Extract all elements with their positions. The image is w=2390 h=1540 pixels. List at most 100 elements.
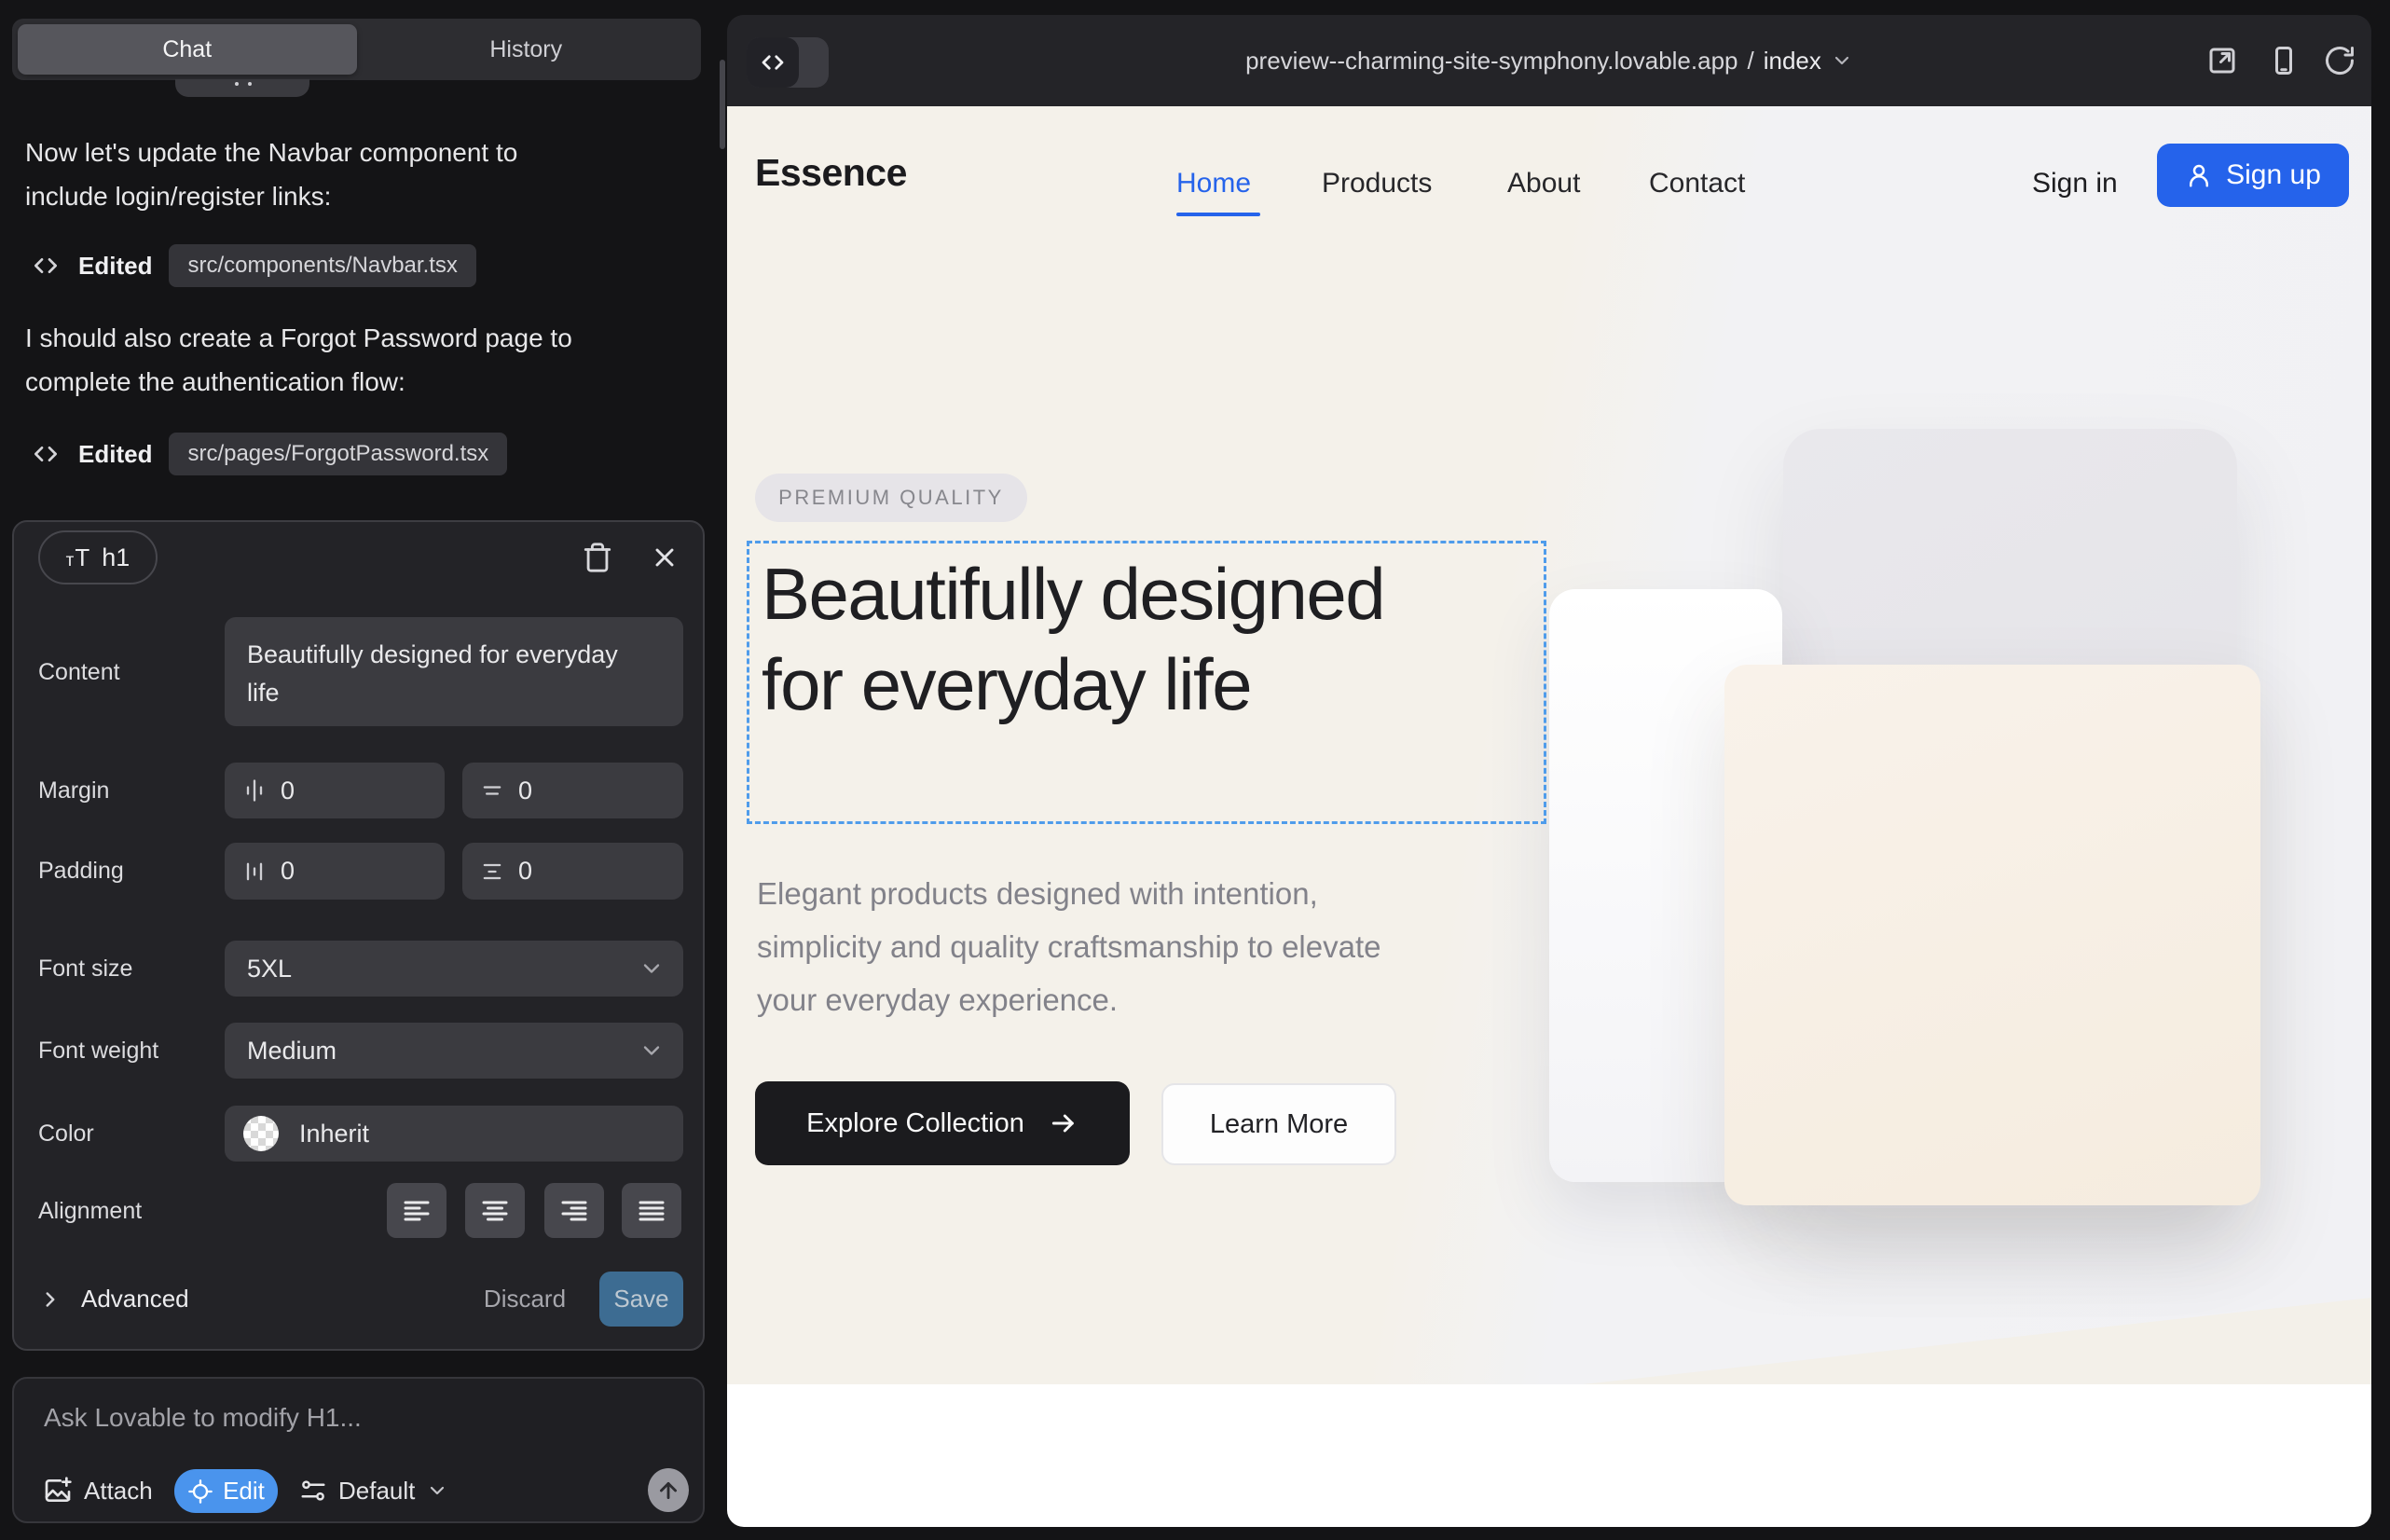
mobile-view-button[interactable] bbox=[2267, 44, 2301, 77]
edited-label: Edited bbox=[78, 440, 152, 469]
chevron-down-icon bbox=[639, 1038, 665, 1064]
nav-link-products[interactable]: Products bbox=[1322, 168, 1432, 199]
save-button[interactable]: Save bbox=[599, 1272, 683, 1327]
chat-scrollbar[interactable] bbox=[720, 60, 725, 149]
arrow-up-icon bbox=[656, 1478, 680, 1503]
discard-button[interactable]: Discard bbox=[478, 1272, 571, 1327]
color-swatch bbox=[243, 1116, 279, 1151]
code-icon bbox=[30, 250, 62, 282]
premium-quality-badge: PREMIUM QUALITY bbox=[755, 474, 1027, 522]
align-justify-button[interactable] bbox=[622, 1183, 681, 1238]
element-tag-name: h1 bbox=[102, 543, 130, 572]
close-panel-button[interactable] bbox=[646, 539, 683, 576]
font-size-select[interactable]: 5XL bbox=[225, 941, 683, 997]
edited-file-row: Edited src/components/Navbar.tsx bbox=[30, 242, 476, 289]
align-left-icon bbox=[400, 1194, 433, 1228]
nav-link-contact[interactable]: Contact bbox=[1649, 168, 1745, 199]
nav-link-about[interactable]: About bbox=[1507, 168, 1580, 199]
align-justify-icon bbox=[635, 1194, 668, 1228]
attach-button[interactable]: Attach bbox=[43, 1468, 153, 1513]
selected-element-outline[interactable]: Beautifully designed for everyday life bbox=[747, 541, 1546, 824]
align-left-button[interactable] bbox=[387, 1183, 446, 1238]
content-input[interactable]: Beautifully designed for everyday life bbox=[225, 617, 683, 726]
send-button[interactable] bbox=[648, 1468, 689, 1512]
chat-composer: Ask Lovable to modify H1... Attach Edit … bbox=[12, 1377, 705, 1523]
decor-beige-card bbox=[1724, 665, 2260, 1205]
align-center-icon bbox=[478, 1194, 512, 1228]
learn-more-button[interactable]: Learn More bbox=[1161, 1083, 1396, 1165]
site-navbar: Essence Home Products About Contact Sign… bbox=[727, 106, 2371, 255]
font-size-label: Font size bbox=[38, 956, 132, 983]
sliders-icon bbox=[299, 1477, 327, 1505]
hero-section: Essence Home Products About Contact Sign… bbox=[727, 106, 2371, 1384]
padding-label: Padding bbox=[38, 858, 124, 885]
close-icon bbox=[650, 543, 680, 572]
edited-file-row: Edited src/pages/ForgotPassword.tsx bbox=[30, 431, 507, 477]
url-path: index bbox=[1764, 47, 1821, 76]
hero-headline[interactable]: Beautifully designed for everyday life bbox=[762, 549, 1470, 730]
file-chip[interactable]: src/pages/ForgotPassword.tsx bbox=[169, 433, 507, 475]
user-icon bbox=[2185, 161, 2213, 189]
chevron-down-icon bbox=[639, 956, 665, 982]
padding-vertical-icon bbox=[479, 859, 505, 885]
type-icon: тT bbox=[66, 543, 91, 572]
sign-in-link[interactable]: Sign in bbox=[2032, 168, 2118, 199]
margin-label: Margin bbox=[38, 777, 109, 804]
site-logo[interactable]: Essence bbox=[755, 151, 907, 195]
chat-message: I should also create a Forgot Password p… bbox=[25, 316, 603, 404]
edited-label: Edited bbox=[78, 252, 152, 281]
chevron-down-icon bbox=[1831, 49, 1853, 72]
padding-vertical-input[interactable]: 0 bbox=[462, 843, 683, 900]
chevron-down-icon bbox=[426, 1479, 448, 1502]
default-mode-button[interactable]: Default bbox=[299, 1468, 448, 1513]
margin-vertical-input[interactable]: 0 bbox=[462, 763, 683, 818]
align-center-button[interactable] bbox=[465, 1183, 525, 1238]
trash-icon bbox=[582, 542, 613, 573]
crosshair-icon bbox=[187, 1478, 213, 1505]
sign-up-button[interactable]: Sign up bbox=[2157, 144, 2349, 207]
scrolled-chip-remnant bbox=[175, 79, 309, 97]
font-weight-select[interactable]: Medium bbox=[225, 1023, 683, 1079]
arrow-right-icon bbox=[1049, 1108, 1078, 1138]
chevron-right-icon bbox=[38, 1287, 62, 1312]
file-chip[interactable]: src/components/Navbar.tsx bbox=[169, 244, 475, 287]
align-right-button[interactable] bbox=[544, 1183, 604, 1238]
composer-input[interactable]: Ask Lovable to modify H1... bbox=[44, 1403, 362, 1433]
margin-vertical-icon bbox=[479, 777, 505, 804]
chat-message: Now let's update the Navbar component to… bbox=[25, 131, 603, 218]
margin-horizontal-icon bbox=[241, 777, 268, 804]
url-separator: / bbox=[1748, 47, 1754, 76]
align-right-icon bbox=[557, 1194, 591, 1228]
decor-diagonal-wedge bbox=[1583, 1298, 2371, 1384]
advanced-toggle[interactable]: Advanced bbox=[38, 1272, 189, 1327]
refresh-button[interactable] bbox=[2323, 44, 2356, 77]
color-select[interactable]: Inherit bbox=[225, 1106, 683, 1162]
edit-mode-button[interactable]: Edit bbox=[174, 1469, 278, 1513]
padding-horizontal-icon bbox=[241, 859, 268, 885]
browser-toolbar: preview--charming-site-symphony.lovable.… bbox=[727, 15, 2371, 106]
margin-horizontal-input[interactable]: 0 bbox=[225, 763, 445, 818]
url-text: preview--charming-site-symphony.lovable.… bbox=[1245, 47, 1738, 76]
url-bar[interactable]: preview--charming-site-symphony.lovable.… bbox=[727, 15, 2371, 106]
alignment-label: Alignment bbox=[38, 1198, 142, 1225]
delete-element-button[interactable] bbox=[579, 539, 616, 576]
color-label: Color bbox=[38, 1121, 94, 1148]
browser-preview-frame: preview--charming-site-symphony.lovable.… bbox=[727, 15, 2371, 1527]
external-link-icon bbox=[2205, 44, 2239, 77]
font-weight-label: Font weight bbox=[38, 1038, 158, 1065]
smartphone-icon bbox=[2267, 44, 2301, 77]
tab-history[interactable]: History bbox=[357, 24, 696, 75]
tab-chat[interactable]: Chat bbox=[18, 24, 357, 75]
open-in-new-tab-button[interactable] bbox=[2205, 44, 2239, 77]
content-label: Content bbox=[38, 659, 120, 686]
site-preview: Essence Home Products About Contact Sign… bbox=[727, 106, 2371, 1527]
image-plus-icon bbox=[43, 1476, 73, 1506]
nav-link-home[interactable]: Home bbox=[1176, 168, 1251, 199]
padding-horizontal-input[interactable]: 0 bbox=[225, 843, 445, 900]
active-nav-underline bbox=[1176, 213, 1260, 216]
element-editor-panel: тT h1 Content Beautifully designed for e… bbox=[12, 520, 705, 1351]
chat-history-tabs: Chat History bbox=[12, 19, 701, 80]
selected-element-tag: тT h1 bbox=[38, 530, 158, 584]
explore-collection-button[interactable]: Explore Collection bbox=[755, 1081, 1130, 1165]
hero-description: Elegant products designed with intention… bbox=[757, 867, 1409, 1026]
